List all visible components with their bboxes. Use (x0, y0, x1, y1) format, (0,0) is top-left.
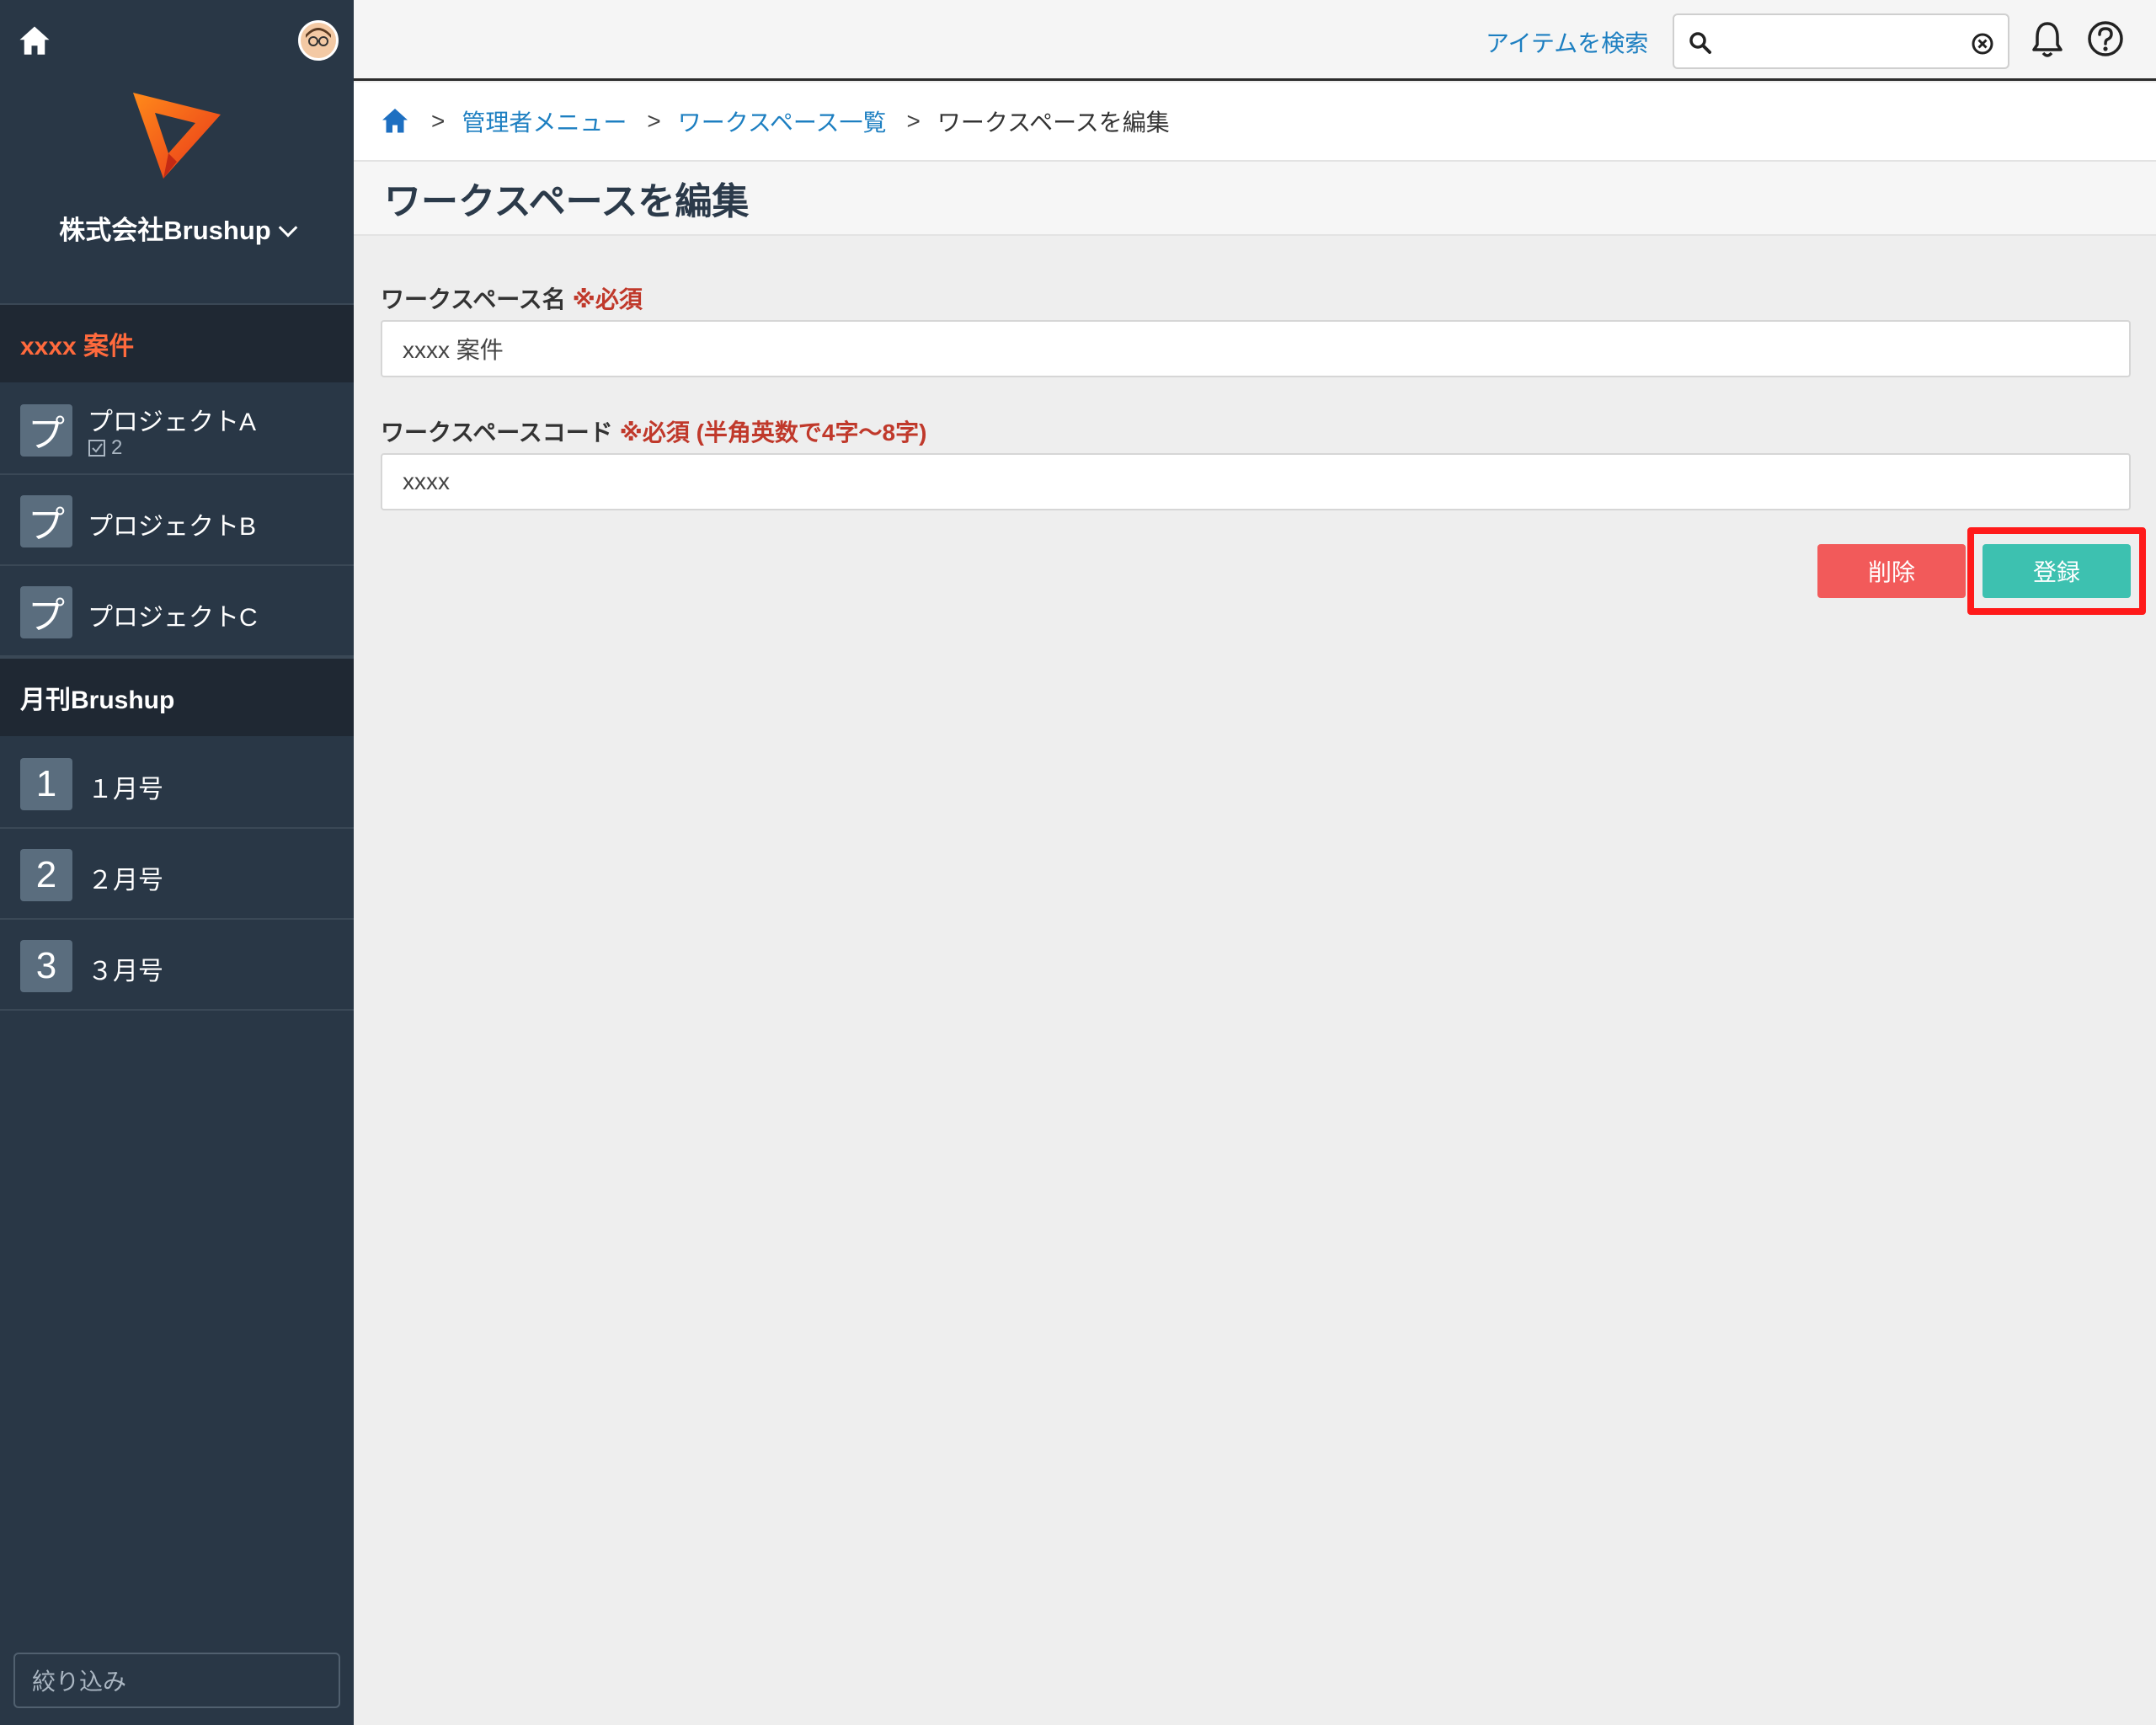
bell-icon[interactable] (2030, 20, 2065, 59)
required-mark: ※必須 (半角英数で4字〜8字) (619, 419, 927, 446)
company-name: 株式会社Brushup (59, 216, 271, 245)
sidebar-item-feb[interactable]: 2 ２月号 (0, 829, 354, 920)
checkbox-icon (88, 440, 105, 457)
project-badge: 1 (20, 758, 72, 810)
chevron-down-icon (278, 218, 298, 238)
workspace-code-label-text: ワークスペースコード (381, 419, 613, 446)
sidebar: 株式会社Brushup xxxx 案件 プ プロジェクトA 2 プ プロジェクト… (0, 0, 354, 1725)
avatar[interactable] (298, 20, 339, 61)
breadcrumb-workspace-list[interactable]: ワークスペース一覧 (678, 104, 887, 138)
search-input[interactable] (1673, 13, 2009, 69)
sidebar-item-label: ２月号 (88, 867, 163, 895)
breadcrumb: > 管理者メニュー > ワークスペース一覧 > ワークスペースを編集 (354, 83, 2156, 160)
home-icon[interactable] (17, 24, 52, 59)
task-count: 2 (88, 436, 122, 460)
sidebar-item-project-a[interactable]: プ プロジェクトA 2 (0, 384, 354, 475)
home-icon[interactable] (379, 106, 411, 136)
sidebar-item-project-c[interactable]: プ プロジェクトC (0, 566, 354, 657)
breadcrumb-separator: > (647, 108, 661, 134)
workspace-code-field[interactable] (381, 453, 2131, 510)
search-icon (1689, 32, 1711, 54)
breadcrumb-separator: > (906, 108, 921, 134)
project-badge: 2 (20, 849, 72, 901)
workspace-name-field[interactable] (381, 320, 2131, 377)
task-count-value: 2 (111, 436, 123, 459)
workspace-code-label: ワークスペースコード ※必須 (半角英数で4字〜8字) (381, 414, 926, 448)
sidebar-item-label: ３月号 (88, 958, 163, 985)
required-mark: ※必須 (572, 286, 643, 312)
page-header: ワークスペースを編集 (354, 160, 2156, 236)
sidebar-filter-input[interactable]: 絞り込み (13, 1653, 340, 1708)
page-title: ワークスペースを編集 (384, 181, 750, 222)
sidebar-item-label: プロジェクトB (88, 513, 257, 541)
clear-search-icon[interactable] (1971, 32, 1994, 56)
project-badge: プ (20, 495, 72, 547)
sidebar-item-label: プロジェクトC (88, 604, 258, 632)
sidebar-item-jan[interactable]: 1 １月号 (0, 738, 354, 829)
company-switcher[interactable]: 株式会社Brushup (0, 209, 354, 247)
breadcrumb-current: ワークスペースを編集 (937, 109, 1170, 136)
sidebar-item-project-b[interactable]: プ プロジェクトB (0, 475, 354, 566)
sidebar-item-label: プロジェクトA (88, 409, 257, 436)
project-badge: 3 (20, 940, 72, 992)
workspace-name-label: ワークスペース名 ※必須 (381, 281, 643, 315)
breadcrumb-admin-menu[interactable]: 管理者メニュー (462, 104, 627, 138)
sidebar-item-mar[interactable]: 3 ３月号 (0, 920, 354, 1011)
sidebar-item-label: １月号 (88, 776, 163, 804)
project-badge: プ (20, 586, 72, 638)
project-badge: プ (20, 404, 72, 457)
brushup-logo-icon (133, 93, 221, 179)
search-items-link[interactable]: アイテムを検索 (1486, 25, 1648, 59)
delete-button[interactable]: 削除 (1817, 544, 1966, 598)
workspace-header[interactable]: 月刊Brushup (0, 657, 354, 736)
register-button[interactable]: 登録 (1983, 544, 2131, 598)
top-bar: アイテムを検索 (354, 0, 2156, 81)
help-icon[interactable] (2085, 19, 2126, 59)
breadcrumb-separator: > (431, 108, 446, 134)
workspace-name-label-text: ワークスペース名 (381, 286, 566, 312)
workspace-header[interactable]: xxxx 案件 (0, 303, 354, 382)
